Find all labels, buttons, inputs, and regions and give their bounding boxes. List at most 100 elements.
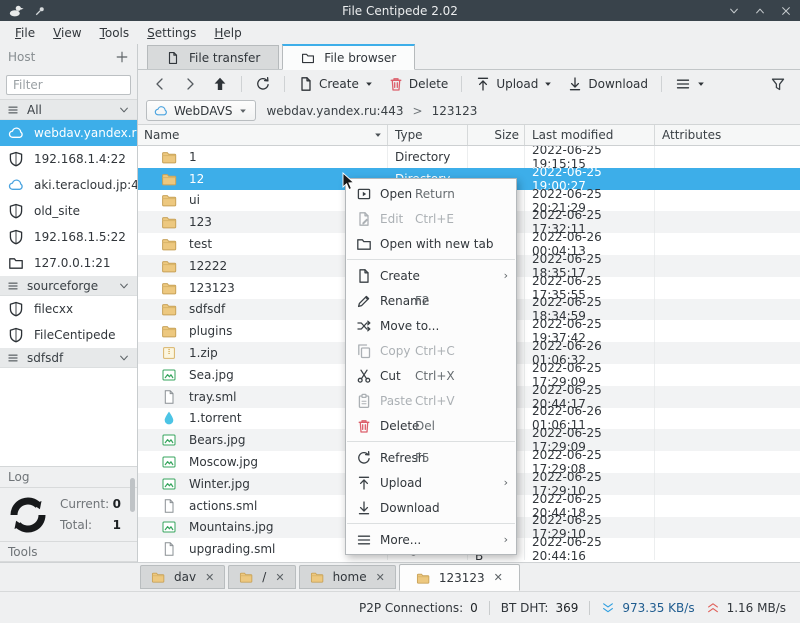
menu-caret-icon [696,79,706,89]
context-menu-item-create[interactable]: Create › [346,263,516,288]
upload-button[interactable]: Upload [469,74,559,94]
column-header-attributes[interactable]: Attributes [655,125,800,145]
sidebar-item-filecxx[interactable]: filecxx [0,296,137,322]
sidebar-item-192-168-1-5-22[interactable]: 192.168.1.5:22 [0,224,137,250]
sidebar-item-192-168-1-4-22[interactable]: 192.168.1.4:22 [0,146,137,172]
sidebar: All webdav.yandex.ru:443 192.168.1.4:22 aki… [0,70,138,562]
log-section-header[interactable]: Log [0,467,137,489]
file-name: Mountains.jpg [189,520,274,535]
menu-item-label: Upload [380,475,423,490]
context-menu-item-paste: Paste Ctrl+V [346,388,516,413]
bottom-tab-home[interactable]: home ✕ [298,565,396,589]
download-button[interactable]: Download [561,74,654,94]
sidebar-item-old-site[interactable]: old_site [0,198,137,224]
close-button[interactable] [780,5,792,17]
maximize-button[interactable] [754,5,766,17]
column-header-name[interactable]: Name [138,125,388,145]
menubar-item-view[interactable]: View [44,23,90,43]
breadcrumb-host[interactable]: webdav.yandex.ru:443 [266,104,403,118]
file-name: plugins [189,324,233,339]
sidebar-item-filecentipede[interactable]: FileCentipede [0,322,137,348]
refresh-button[interactable] [255,76,271,92]
menubar-item-help[interactable]: Help [205,23,250,43]
column-header-modified[interactable]: Last modified [525,125,655,145]
back-button[interactable] [152,76,168,92]
context-menu-item-download[interactable]: Download [346,495,516,520]
sidebar-item-aki-teracloud-jp-443[interactable]: aki.teracloud.jp:443 [0,172,137,198]
sidebar-item-127-0-0-1-21[interactable]: 127.0.0.1:21 [0,250,137,276]
tab-file-transfer[interactable]: File transfer [147,45,280,69]
paste-icon [356,393,372,409]
menubar-item-settings[interactable]: Settings [138,23,205,43]
tab-close-icon[interactable]: ✕ [205,571,214,584]
context-menu-item-open[interactable]: Open Return [346,181,516,206]
bottom-tab-dav[interactable]: dav ✕ [140,565,226,589]
add-host-button[interactable] [115,50,129,64]
context-menu-item-open-with-new-tab[interactable]: Open with new tab [346,231,516,256]
download-icon [567,76,583,92]
menubar-item-tools[interactable]: Tools [91,23,139,43]
sidebar-group-all[interactable]: All [0,100,137,120]
filter-input[interactable] [6,75,131,95]
tools-section-header[interactable]: Tools [0,541,137,562]
sidebar-group-sourceforge[interactable]: sourceforge [0,276,137,296]
menu-button[interactable] [669,74,712,94]
forward-button[interactable] [182,76,198,92]
context-menu-item-more-[interactable]: More... › [346,527,516,552]
image-icon [161,454,177,470]
copy-icon [356,343,372,359]
context-menu-item-upload[interactable]: Upload › [346,470,516,495]
sidebar-item-webdav-yandex-ru-443[interactable]: webdav.yandex.ru:443 [0,120,137,146]
up-button[interactable] [212,76,228,92]
menubar-item-file[interactable]: File [6,23,44,43]
column-header-type[interactable]: Type [388,125,468,145]
shield-icon [8,203,24,219]
filter-funnel-button[interactable] [770,76,786,92]
protocol-selector[interactable]: WebDAVS [146,100,257,121]
file-attributes [655,517,800,539]
tab-file-browser[interactable]: File browser [282,44,416,70]
log-body: Current: 0 Total: 1 [0,488,137,541]
hamburger-icon [356,532,372,548]
bottom-tab--[interactable]: / ✕ [228,565,296,589]
context-menu-item-refresh[interactable]: Refresh F5 [346,445,516,470]
download-label: Download [588,76,649,91]
log-label: Log [8,470,30,485]
tab-close-icon[interactable]: ✕ [494,571,503,584]
shield-icon [8,301,24,317]
rename-icon [356,293,372,309]
context-menu-item-rename[interactable]: Rename F2 [346,288,516,313]
tab-close-icon[interactable]: ✕ [376,571,385,584]
minimize-button[interactable] [728,5,740,17]
context-menu-item-cut[interactable]: Cut Ctrl+X [346,363,516,388]
sidebar-scrollbar-thumb[interactable] [130,478,135,512]
cut-icon [356,368,372,384]
subheader: Host File transfer File browser [0,44,800,70]
context-menu-item-delete[interactable]: Delete Del [346,413,516,438]
group-handle-icon [7,352,19,364]
download-speed-icon [601,601,615,615]
folder-icon [151,570,165,584]
file-row[interactable]: 1 Directory 2022-06-25 19:15:15 [138,146,800,171]
column-header-size[interactable]: Size [468,125,525,145]
tab-close-icon[interactable]: ✕ [275,571,284,584]
context-menu-item-move-to-[interactable]: Move to... [346,313,516,338]
file-attributes [655,429,800,451]
file-name: 12222 [189,258,228,273]
sidebar-item-label: 192.168.1.4:22 [34,152,126,166]
bottom-tab-label: dav [174,570,197,584]
dht-value: 369 [555,600,579,615]
breadcrumb-path[interactable]: 123123 [432,104,478,118]
sidebar-item-label: aki.teracloud.jp:443 [34,178,137,192]
upload-icon [356,475,372,491]
delete-button[interactable]: Delete [382,74,454,94]
bottom-tab-123123[interactable]: 123123 ✕ [398,564,520,591]
create-button[interactable]: Create [292,74,380,94]
folder-fill-icon [161,149,177,165]
sidebar-item-label: filecxx [34,302,74,316]
sidebar-group-sdfsdf[interactable]: sdfsdf [0,348,137,368]
menu-item-shortcut: F5 [415,450,430,465]
p2p-value: 0 [470,600,478,615]
file-attributes [655,408,800,430]
file-attributes [655,146,800,168]
